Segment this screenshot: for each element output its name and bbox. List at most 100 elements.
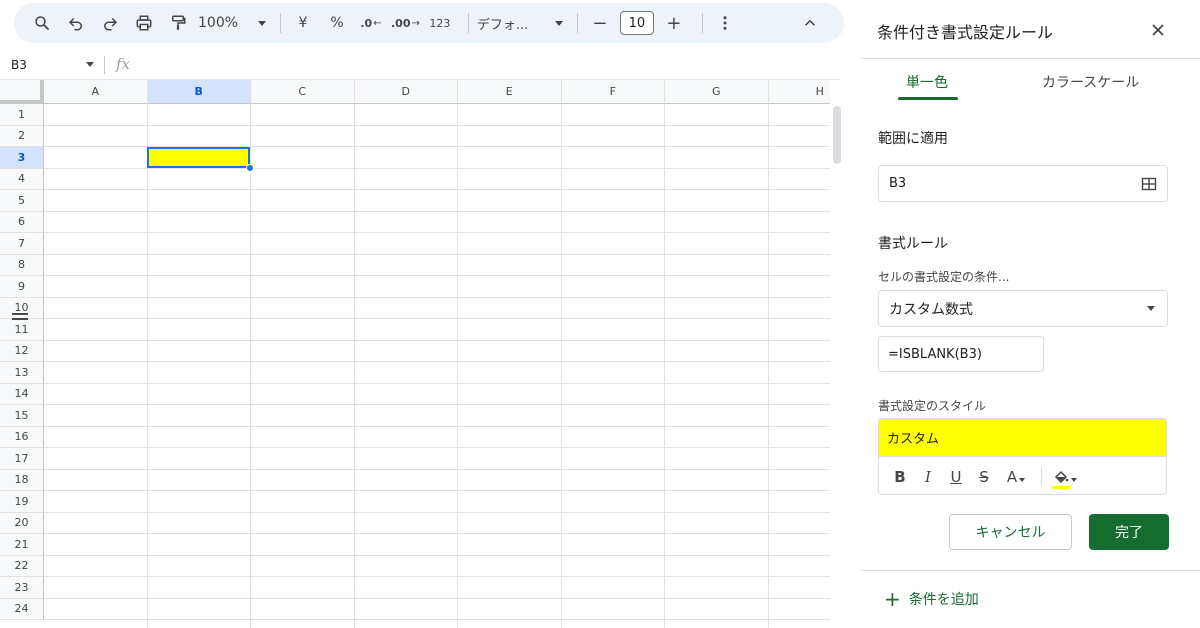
toolbar-divider [701, 13, 703, 33]
select-range-icon[interactable] [1141, 176, 1157, 192]
decimal-increase-button[interactable]: .00 → [391, 9, 420, 37]
row-header-14[interactable]: 14 [0, 383, 44, 405]
underline-button[interactable]: U [945, 465, 967, 489]
chevron-down-icon [86, 62, 94, 67]
chevron-down-icon [1071, 477, 1077, 482]
row-header-1[interactable]: 1 [0, 104, 44, 126]
freeze-rows-handle[interactable] [12, 313, 28, 320]
column-header-g[interactable]: G [665, 80, 769, 104]
range-input[interactable]: B3 [878, 165, 1168, 202]
toolbar-divider [280, 13, 281, 33]
panel-title: 条件付き書式設定ルール [877, 23, 1054, 42]
paint-format-icon[interactable] [164, 9, 192, 37]
italic-button[interactable]: I [917, 465, 939, 489]
currency-button[interactable]: ¥ [289, 9, 317, 37]
number-format-button[interactable]: 123 [426, 9, 454, 37]
name-box[interactable]: B3 [0, 52, 104, 78]
row-header-23[interactable]: 23 [0, 577, 44, 599]
row-header-16[interactable]: 16 [0, 426, 44, 448]
percent-label: % [330, 15, 344, 31]
condition-select[interactable]: カスタム数式 [878, 290, 1168, 327]
row-header-6[interactable]: 6 [0, 211, 44, 233]
range-label: 範囲に適用 [878, 131, 948, 147]
row-gridline [44, 339, 830, 341]
row-header-22[interactable]: 22 [0, 555, 44, 577]
active-tab-indicator [898, 97, 958, 100]
column-gridline [664, 104, 665, 628]
row-header-7[interactable]: 7 [0, 233, 44, 255]
font-size-plus-label: + [666, 12, 682, 34]
style-preview-text: カスタム [887, 432, 940, 447]
font-size-decrease-button[interactable]: − [586, 9, 614, 37]
row-gridline [44, 597, 830, 599]
row-gridline [44, 576, 830, 577]
row-header-9[interactable]: 9 [0, 276, 44, 298]
column-header-f[interactable]: F [561, 80, 665, 104]
row-gridline [44, 382, 830, 384]
font-size-input[interactable]: 10 [619, 11, 654, 35]
row-header-19[interactable]: 19 [0, 491, 44, 513]
select-all-corner[interactable] [0, 80, 44, 104]
tab-color-scale[interactable]: カラースケール [1042, 72, 1139, 92]
percent-button[interactable]: % [323, 9, 351, 37]
row-header-21[interactable]: 21 [0, 534, 44, 556]
selected-cell[interactable] [147, 147, 250, 168]
row-header-2[interactable]: 2 [0, 125, 44, 147]
vertical-scrollbar[interactable] [833, 106, 841, 164]
row-gridline [44, 253, 830, 255]
undo-icon[interactable] [62, 9, 90, 37]
search-icon[interactable] [28, 9, 56, 37]
row-header-5[interactable]: 5 [0, 190, 44, 212]
row-gridline [44, 619, 830, 620]
row-header-11[interactable]: 11 [0, 319, 44, 341]
row-header-4[interactable]: 4 [0, 168, 44, 190]
currency-label: ¥ [298, 15, 308, 31]
style-toolbar-divider [1041, 466, 1042, 487]
bold-button[interactable]: B [889, 465, 911, 489]
font-select[interactable]: デフォ... [477, 9, 563, 37]
cancel-button[interactable]: キャンセル [949, 514, 1072, 550]
close-icon[interactable] [1150, 22, 1166, 38]
text-color-button[interactable]: A [1001, 465, 1031, 489]
decimal-decrease-button[interactable]: .0 ← [357, 9, 385, 37]
column-gridline [250, 104, 251, 628]
done-button[interactable]: 完了 [1089, 514, 1169, 550]
fill-handle[interactable] [246, 164, 254, 172]
decimal-decrease-label: .0 [360, 16, 373, 30]
fill-color-button[interactable] [1050, 465, 1080, 489]
style-preview[interactable]: カスタム [879, 419, 1166, 456]
row-header-24[interactable]: 24 [0, 598, 44, 620]
row-header-15[interactable]: 15 [0, 405, 44, 427]
row-header-8[interactable]: 8 [0, 254, 44, 276]
chevron-down-icon [258, 20, 266, 26]
more-vert-icon[interactable] [711, 9, 739, 37]
column-header-d[interactable]: D [354, 80, 458, 104]
row-header-17[interactable]: 17 [0, 448, 44, 470]
column-gridline [353, 104, 355, 628]
custom-formula-input[interactable]: =ISBLANK(B3) [878, 336, 1044, 372]
row-header-3[interactable]: 3 [0, 147, 44, 169]
strikethrough-button[interactable]: S [973, 465, 995, 489]
row-header-18[interactable]: 18 [0, 469, 44, 491]
redo-icon[interactable] [96, 9, 124, 37]
tab-single-color[interactable]: 単一色 [906, 72, 948, 92]
row-header-20[interactable]: 20 [0, 512, 44, 534]
row-gridline [44, 554, 830, 556]
column-header-b[interactable]: B [147, 80, 251, 104]
chevron-up-icon[interactable] [796, 9, 824, 37]
column-header-c[interactable]: C [251, 80, 355, 104]
range-value: B3 [889, 176, 907, 191]
column-header-h[interactable]: H [768, 80, 830, 104]
row-header-12[interactable]: 12 [0, 340, 44, 362]
text-color-icon: A [1006, 467, 1018, 486]
font-size-increase-button[interactable]: + [660, 9, 688, 37]
column-header-a[interactable]: A [44, 80, 148, 104]
column-header-e[interactable]: E [458, 80, 562, 104]
add-condition-button[interactable]: + 条件を追加 [884, 589, 979, 609]
zoom-select[interactable]: 100% [198, 9, 266, 37]
row-header-13[interactable]: 13 [0, 362, 44, 384]
spreadsheet-grid[interactable]: A B C D E F G H 1 2 3 4 5 6 7 8 9 10 11 12 13 14 15 16 17 18 19 20 2… [0, 80, 830, 628]
panel-divider [860, 570, 1200, 571]
row-gridline [44, 404, 830, 405]
print-icon[interactable] [130, 9, 158, 37]
